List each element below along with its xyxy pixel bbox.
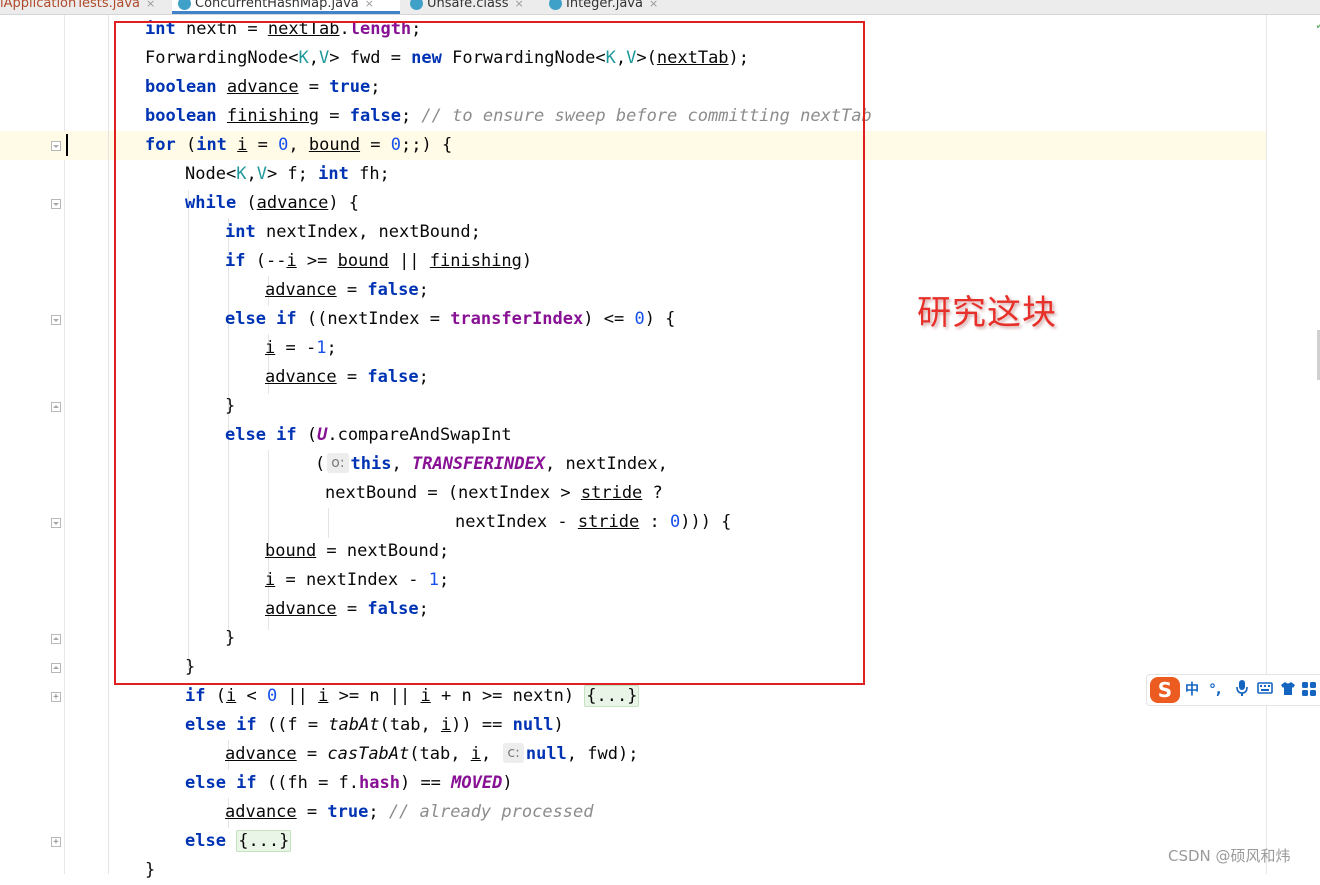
tab-unsafe[interactable]: Unsafe.class × <box>404 0 530 14</box>
fold-expand-icon[interactable]: + <box>51 837 61 847</box>
java-class-icon <box>178 0 191 10</box>
fold-toggle-icon[interactable] <box>51 199 61 209</box>
ime-punctuation[interactable]: °, <box>1209 679 1221 701</box>
ime-mode[interactable]: 中 <box>1185 679 1199 701</box>
inspection-ok-icon[interactable]: ✓ <box>1315 18 1320 32</box>
fold-toggle-icon[interactable] <box>51 518 61 528</box>
java-class-icon <box>410 0 423 10</box>
code-line: else if ((fh = f.hash) == MOVED) <box>185 773 513 793</box>
fold-toggle-icon[interactable] <box>51 402 61 412</box>
tab-label: Unsafe.class <box>427 0 509 11</box>
code-line: else {...} <box>185 830 292 852</box>
param-hint: c: <box>503 743 524 763</box>
close-icon[interactable]: × <box>649 0 658 10</box>
folded-block[interactable]: {...} <box>236 830 292 852</box>
fold-expand-icon[interactable]: + <box>51 692 61 702</box>
fold-toggle-icon[interactable] <box>51 634 61 644</box>
mic-icon[interactable] <box>1235 679 1249 701</box>
fold-toggle-icon[interactable] <box>51 663 61 673</box>
annotation-label: 研究这块 <box>917 293 1057 333</box>
java-class-icon <box>549 0 562 10</box>
text-caret <box>66 134 68 156</box>
tab-application-tests[interactable]: lApplicationTests.java × <box>0 0 161 14</box>
keyboard-icon[interactable] <box>1257 679 1273 701</box>
tab-integer[interactable]: Integer.java × <box>543 0 664 14</box>
close-icon[interactable]: × <box>514 0 523 10</box>
code-line: advance = casTabAt(tab, i, c: null, fwd); <box>225 743 639 764</box>
tab-concurrenthashmap[interactable]: ConcurrentHashMap.java × <box>172 0 400 14</box>
grid-icon[interactable] <box>1301 679 1317 701</box>
right-margin-guide <box>1266 15 1267 874</box>
shirt-icon[interactable] <box>1280 679 1296 701</box>
close-icon[interactable]: × <box>365 0 374 10</box>
code-line: advance = true; // already processed <box>225 802 594 822</box>
code-line: else if ((f = tabAt(tab, i)) == null) <box>185 715 564 735</box>
close-icon[interactable]: × <box>146 0 155 10</box>
code-line: if (i < 0 || i >= n || i + n >= nextn) {… <box>185 685 640 707</box>
folded-block[interactable]: {...} <box>584 685 640 707</box>
editor-tab-bar: lApplicationTests.java × ConcurrentHashMa… <box>0 0 1320 15</box>
code-line: } <box>145 860 156 880</box>
ime-toolbar[interactable]: S 中 °, <box>1146 674 1320 706</box>
watermark: CSDN @硕风和炜 <box>1168 847 1291 865</box>
indent-guide <box>108 15 109 874</box>
sogou-logo-icon[interactable]: S <box>1150 677 1180 703</box>
fold-toggle-icon[interactable] <box>51 141 61 151</box>
fold-toggle-icon[interactable] <box>51 315 61 325</box>
highlight-box <box>114 21 865 685</box>
tab-label: lApplicationTests.java <box>0 0 140 11</box>
tab-label: Integer.java <box>566 0 643 11</box>
tab-label: ConcurrentHashMap.java <box>195 0 359 11</box>
